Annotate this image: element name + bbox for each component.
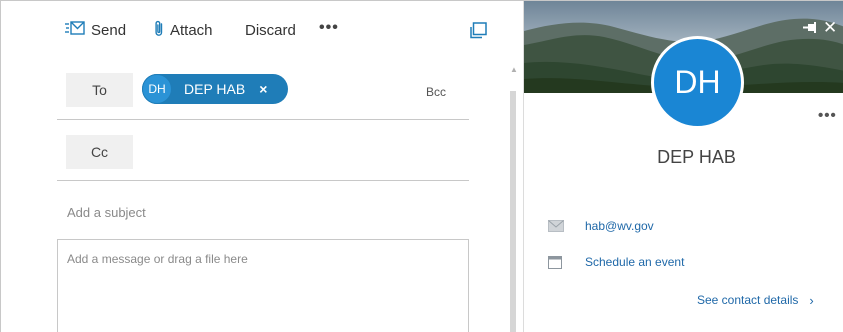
recipient-name: DEP HAB — [184, 81, 246, 97]
contact-email-link[interactable]: hab@wv.gov — [585, 219, 654, 233]
close-icon[interactable]: ✕ — [823, 18, 837, 38]
bcc-link[interactable]: Bcc — [426, 85, 446, 99]
compose-pane: Send Attach Discard ••• To DH DEP HAB × … — [1, 1, 523, 332]
envelope-send-icon — [65, 21, 85, 39]
popout-window-icon — [468, 22, 488, 45]
recipient-avatar: DH — [142, 74, 172, 104]
send-button[interactable]: Send — [65, 18, 126, 42]
remove-recipient-icon[interactable]: × — [259, 81, 267, 97]
subject-input[interactable] — [67, 199, 457, 225]
more-options-label: ••• — [319, 19, 339, 36]
calendar-icon — [548, 255, 564, 269]
chevron-right-icon: › — [809, 292, 814, 308]
scrollbar-thumb[interactable] — [510, 91, 516, 332]
cc-button[interactable]: Cc — [66, 135, 133, 169]
schedule-event-link[interactable]: Schedule an event — [585, 255, 684, 269]
popout-button[interactable] — [468, 21, 488, 41]
envelope-icon — [548, 219, 564, 233]
cc-label: Cc — [90, 144, 109, 160]
compose-scrollbar[interactable]: ▲ — [507, 61, 519, 332]
see-contact-details-label: See contact details — [697, 293, 799, 307]
contact-more-options-button[interactable]: ••• — [818, 107, 837, 124]
schedule-event-row: Schedule an event — [548, 252, 684, 272]
scroll-up-icon[interactable]: ▲ — [510, 65, 518, 74]
message-box — [57, 239, 469, 332]
cc-field-row: Cc — [57, 120, 469, 181]
to-button[interactable]: To — [66, 73, 133, 107]
compose-toolbar: Send Attach Discard ••• — [1, 1, 523, 57]
contact-card: ✕ DH ••• DEP HAB hab@wv.gov Schedule an … — [523, 1, 843, 332]
more-options-button[interactable]: ••• — [319, 16, 339, 40]
to-label: To — [92, 82, 107, 98]
contact-name: DEP HAB — [657, 147, 736, 167]
attach-label: Attach — [170, 21, 213, 39]
send-label: Send — [91, 21, 127, 39]
window-frame: Send Attach Discard ••• To DH DEP HAB × … — [0, 0, 843, 332]
discard-button[interactable]: Discard — [245, 18, 296, 42]
to-field-row: To DH DEP HAB × Bcc — [57, 57, 469, 120]
paperclip-icon — [154, 20, 164, 41]
message-input[interactable] — [67, 252, 459, 322]
see-contact-details-link[interactable]: See contact details › — [697, 291, 814, 309]
contact-avatar: DH — [651, 36, 744, 129]
recipient-chip[interactable]: DH DEP HAB × — [142, 74, 288, 104]
pin-icon[interactable] — [803, 21, 819, 35]
contact-email-row: hab@wv.gov — [548, 216, 654, 236]
attach-button[interactable]: Attach — [154, 18, 213, 42]
discard-label: Discard — [245, 21, 296, 39]
